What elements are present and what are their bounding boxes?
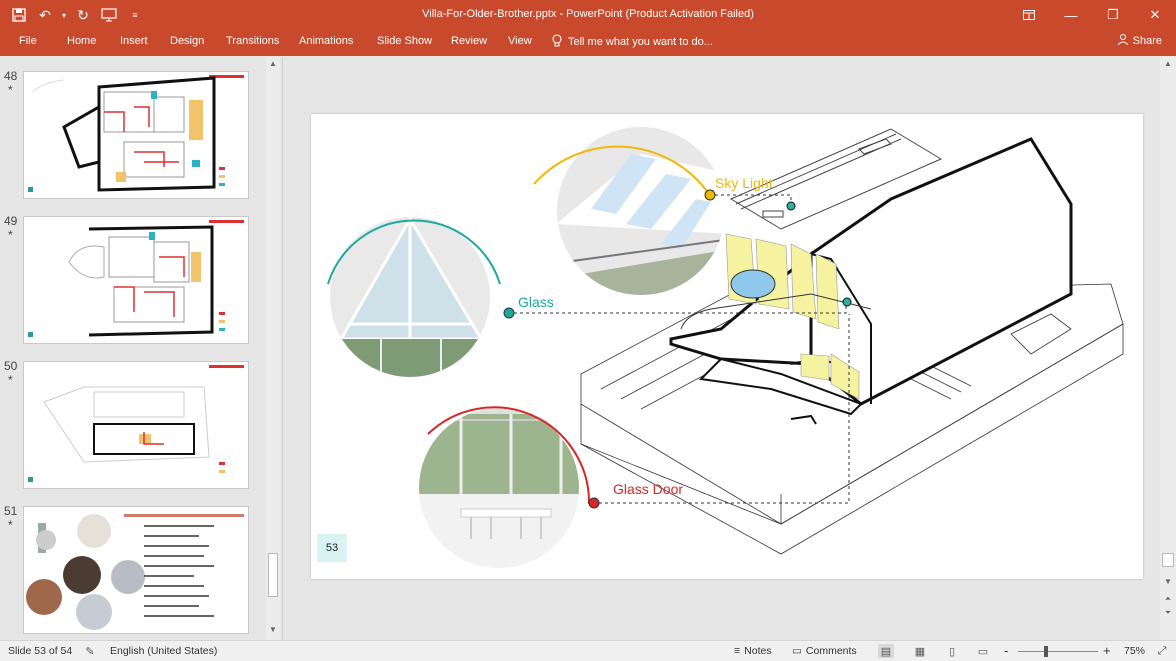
zoom-slider-track[interactable] xyxy=(1018,651,1098,652)
zoom-in-button[interactable]: + xyxy=(1103,643,1111,658)
previous-slide-icon[interactable]: ⏶ xyxy=(1162,594,1174,606)
person-icon xyxy=(1117,33,1129,48)
floor-plan-image xyxy=(28,220,244,337)
skylight-marker xyxy=(704,189,716,201)
thumbnail-number: 49 xyxy=(4,214,18,228)
slide-number-badge: 53 xyxy=(317,534,347,562)
scroll-up-icon[interactable]: ▲ xyxy=(267,59,279,71)
scroll-up-icon[interactable]: ▲ xyxy=(1162,59,1174,71)
tell-me-text: Tell me what you want to do... xyxy=(568,36,713,48)
slide-thumbnail-50[interactable] xyxy=(23,361,249,489)
tab-review[interactable]: Review xyxy=(449,35,489,47)
next-slide-icon[interactable]: ⏷ xyxy=(1162,608,1174,620)
minimize-icon[interactable]: — xyxy=(1050,0,1092,30)
window-controls: — ❐ ✕ xyxy=(1008,0,1176,30)
ribbon-tab-bar: File Home Insert Design Transitions Anim… xyxy=(0,30,1176,56)
thumbnail-number: 50 xyxy=(4,359,18,373)
slide-show-view-icon[interactable]: ▭ xyxy=(975,644,991,658)
language-indicator[interactable]: English (United States) xyxy=(110,645,217,657)
share-button[interactable]: Share xyxy=(1117,33,1162,48)
fit-to-window-icon[interactable]: ⤢ xyxy=(1154,644,1170,658)
glass-marker xyxy=(503,307,515,319)
slide-thumbnail-pane: 48 * 49 * 50 * 51 * ▲ ▼ xyxy=(0,57,283,640)
slide-vertical-scrollbar[interactable]: ▲ ▼ ⏶ ⏷ xyxy=(1160,57,1176,640)
notes-icon: ≡ xyxy=(734,645,741,657)
pool-shape xyxy=(730,269,776,299)
glass-door-label: Glass Door xyxy=(613,481,684,497)
sky-light-label: Sky Light xyxy=(715,175,773,191)
spell-check-icon[interactable]: ✎ xyxy=(82,644,98,658)
floor-plan-image xyxy=(28,365,244,482)
tell-me-box[interactable]: Tell me what you want to do... xyxy=(552,34,713,50)
zoom-out-button[interactable]: - xyxy=(1004,643,1008,658)
document-title: Villa-For-Older-Brother.pptx - PowerPoin… xyxy=(422,8,754,20)
share-label: Share xyxy=(1132,34,1162,47)
scroll-thumb[interactable] xyxy=(268,553,278,597)
glass-door-photo xyxy=(419,408,579,568)
animation-star-icon: * xyxy=(8,228,13,242)
slide-counter: Slide 53 of 54 xyxy=(8,645,73,657)
glass-door-marker xyxy=(588,497,600,509)
scroll-thumb[interactable] xyxy=(1162,553,1174,567)
tab-home[interactable]: Home xyxy=(65,35,98,47)
normal-view-icon[interactable]: ▤ xyxy=(878,644,894,658)
comments-label: Comments xyxy=(805,645,857,657)
tab-slide-show[interactable]: Slide Show xyxy=(375,35,434,47)
tab-animations[interactable]: Animations xyxy=(297,35,355,47)
glass-label: Glass xyxy=(518,294,554,310)
slide-thumbnail-49[interactable] xyxy=(23,216,249,344)
animation-star-icon: * xyxy=(8,518,13,532)
notes-button[interactable]: ≡ Notes xyxy=(734,645,772,657)
floor-plan-image xyxy=(28,75,244,192)
status-bar: Slide 53 of 54 ✎ English (United States)… xyxy=(0,640,1176,661)
ribbon-display-options-icon[interactable] xyxy=(1008,0,1050,30)
slide-sorter-view-icon[interactable]: ▦ xyxy=(912,644,928,658)
skylight-photo xyxy=(557,127,725,295)
lightbulb-icon xyxy=(552,34,562,50)
restore-icon[interactable]: ❐ xyxy=(1092,0,1134,30)
comment-icon: ▭ xyxy=(792,645,802,657)
tab-file[interactable]: File xyxy=(17,35,39,47)
scroll-down-icon[interactable]: ▼ xyxy=(1162,577,1174,589)
thumbnail-number: 51 xyxy=(4,504,18,518)
comments-button[interactable]: ▭ Comments xyxy=(792,645,857,657)
thumbnail-scrollbar[interactable]: ▲ ▼ xyxy=(266,57,280,640)
thumbnail-number: 48 xyxy=(4,69,18,83)
zoom-slider-thumb[interactable] xyxy=(1044,646,1048,657)
slide-thumbnail-48[interactable] xyxy=(23,71,249,199)
reading-view-icon[interactable]: ▯ xyxy=(944,644,960,658)
animation-star-icon: * xyxy=(8,83,13,97)
zoom-level[interactable]: 75% xyxy=(1124,645,1145,657)
current-slide[interactable]: Sky Light Glass Glass Door 53 xyxy=(311,114,1143,579)
scroll-down-icon[interactable]: ▼ xyxy=(267,625,279,637)
materials-image xyxy=(26,514,244,630)
title-bar: ↶ ▾ ↻ ≡ Villa-For-Older-Brother.pptx - P… xyxy=(0,0,1176,30)
tab-transitions[interactable]: Transitions xyxy=(224,35,281,47)
close-icon[interactable]: ✕ xyxy=(1134,0,1176,30)
tab-insert[interactable]: Insert xyxy=(118,35,150,47)
tab-view[interactable]: View xyxy=(506,35,534,47)
slide-canvas-area: Sky Light Glass Glass Door 53 xyxy=(284,57,1160,640)
slide-thumbnail-51[interactable] xyxy=(23,506,249,634)
animation-star-icon: * xyxy=(8,373,13,387)
notes-label: Notes xyxy=(744,645,772,657)
tab-design[interactable]: Design xyxy=(168,35,206,47)
